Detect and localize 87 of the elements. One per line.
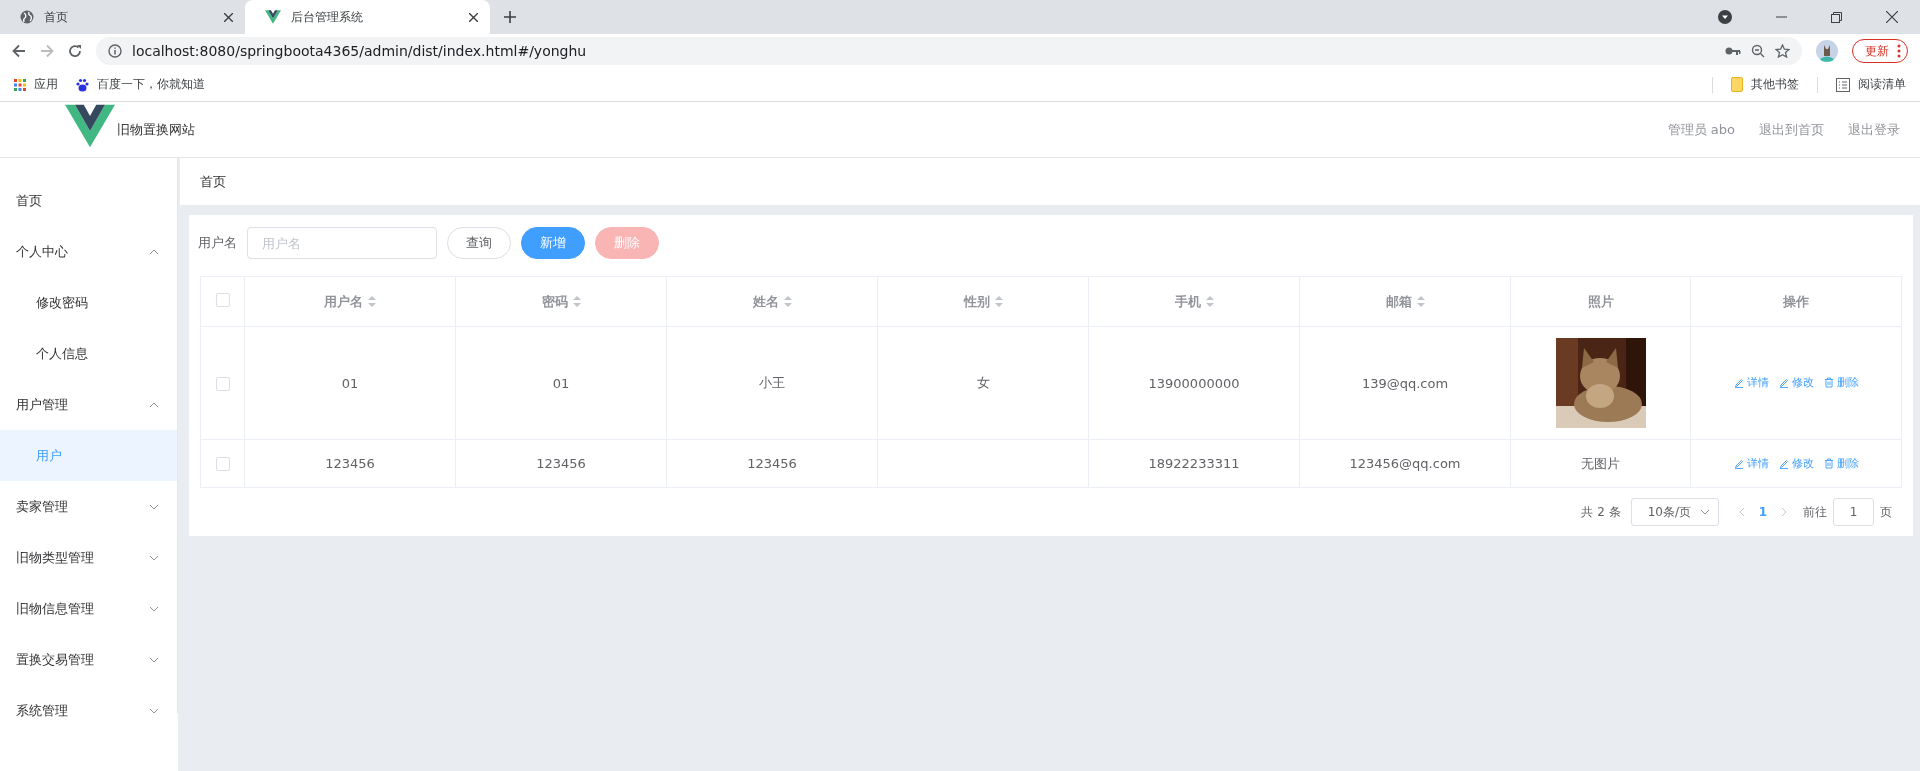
chevron-down-icon xyxy=(149,503,159,510)
browser-tab[interactable]: 后台管理系统 xyxy=(245,0,490,34)
menu-item[interactable]: 用户管理 xyxy=(0,379,177,430)
paw-icon xyxy=(76,77,89,92)
folder-icon xyxy=(1731,77,1743,92)
list-icon xyxy=(1836,77,1850,92)
close-icon[interactable] xyxy=(469,12,478,22)
chevron-down-icon xyxy=(149,605,159,612)
total-count: 共 2 条 xyxy=(1581,503,1621,521)
menu-item[interactable]: 个人信息 xyxy=(0,328,177,379)
close-icon[interactable] xyxy=(1886,11,1898,23)
chevron-down-icon xyxy=(149,554,159,561)
pencil-icon xyxy=(1778,457,1789,469)
sort-icon xyxy=(368,296,376,307)
checkbox[interactable] xyxy=(215,457,230,472)
table-cell: 01 xyxy=(552,375,570,391)
chevron-down-icon xyxy=(149,707,159,714)
bookmark-link[interactable]: 其他书签 xyxy=(1731,76,1799,93)
globe-icon xyxy=(20,10,34,24)
menu-item[interactable]: 置换交易管理 xyxy=(0,634,177,685)
site-title: 旧物置换网站 xyxy=(117,120,195,139)
pencil-icon xyxy=(1733,457,1744,469)
v-logo-icon xyxy=(265,10,281,24)
table-cell: 123456@qq.com xyxy=(1349,456,1461,471)
bookmark-link[interactable]: 阅读清单 xyxy=(1836,76,1906,93)
trash-icon xyxy=(1823,377,1834,388)
query-button[interactable]: 查询 xyxy=(447,227,511,259)
table-cell: 18922233311 xyxy=(1148,456,1240,471)
field-label: 用户名 xyxy=(198,234,237,252)
menu-item[interactable]: 修改密码 xyxy=(0,277,177,328)
key-icon[interactable] xyxy=(1725,46,1741,56)
table-cell: 小王 xyxy=(759,374,785,392)
chevron-up-icon xyxy=(149,401,159,408)
menu-item[interactable]: 旧物类型管理 xyxy=(0,532,177,583)
pencil-icon xyxy=(1778,377,1789,388)
new-tab-icon[interactable] xyxy=(504,11,516,23)
more-icon xyxy=(1897,44,1901,58)
column-header: 操作 xyxy=(1783,292,1809,311)
username-field[interactable]: 用户名 xyxy=(247,227,437,259)
menu-item[interactable]: 卖家管理 xyxy=(0,481,177,532)
sort-icon xyxy=(572,296,581,307)
pencil-icon xyxy=(1733,377,1744,388)
table-cell: 无图片 xyxy=(1581,454,1620,473)
sort-icon xyxy=(1205,296,1214,307)
zoom-out-icon[interactable] xyxy=(1751,44,1765,58)
bookmark-link[interactable]: 百度一下，你就知道 xyxy=(76,76,205,93)
user-label: 管理员 abo xyxy=(1667,120,1735,139)
table-cell: 123456 xyxy=(325,456,375,471)
table-cell: 139@qq.com xyxy=(1361,375,1449,391)
chevron-up-icon xyxy=(149,248,159,255)
restore-icon[interactable] xyxy=(1831,11,1842,23)
menu-item[interactable]: 旧物信息管理 xyxy=(0,583,177,634)
table-cell: 123456 xyxy=(747,456,797,471)
checkbox[interactable] xyxy=(215,293,230,307)
page-input[interactable]: 1 xyxy=(1833,498,1874,526)
table-cell: 123456 xyxy=(536,456,586,471)
bookmark-link[interactable]: 应用 xyxy=(14,76,58,93)
menu-item[interactable]: 首页 xyxy=(0,175,177,226)
sort-icon xyxy=(783,296,792,307)
goto-label: 前往 xyxy=(1803,503,1827,521)
apps-grid-icon xyxy=(14,78,26,91)
table-cell: 13900000000 xyxy=(1148,375,1240,391)
menu-item[interactable]: 个人中心 xyxy=(0,226,177,277)
close-icon[interactable] xyxy=(224,12,233,22)
checkbox[interactable] xyxy=(215,376,230,391)
chevron-down-icon xyxy=(149,656,159,663)
url-text: localhost:8080/springboota4365/admin/dist/index.html#/yonghu xyxy=(132,43,587,59)
chevron-down-icon xyxy=(1699,509,1710,515)
browser-tab[interactable]: 首页 xyxy=(0,0,245,34)
column-header: 照片 xyxy=(1587,292,1614,311)
back-icon[interactable] xyxy=(12,44,26,58)
table-cell: 01 xyxy=(341,375,359,391)
update-button[interactable]: 更新 xyxy=(1852,39,1908,63)
page-suffix: 页 xyxy=(1880,503,1892,521)
table-cell: 女 xyxy=(976,374,990,392)
sort-icon xyxy=(1416,296,1425,307)
reload-icon[interactable] xyxy=(68,44,82,58)
trash-icon xyxy=(1823,457,1834,469)
star-icon[interactable] xyxy=(1775,44,1790,58)
breadcrumb-item[interactable]: 首页 xyxy=(200,172,226,191)
info-icon[interactable] xyxy=(108,44,122,58)
page-size-select[interactable]: 10条/页 xyxy=(1630,498,1719,526)
avatar-icon[interactable] xyxy=(1816,40,1838,62)
menu-item[interactable]: 系统管理 xyxy=(0,685,177,736)
dropdown-icon[interactable] xyxy=(1718,10,1732,24)
address-field[interactable]: localhost:8080/springboota4365/admin/dist/index.html#/yonghu xyxy=(96,37,1802,65)
sort-icon xyxy=(994,296,1003,307)
